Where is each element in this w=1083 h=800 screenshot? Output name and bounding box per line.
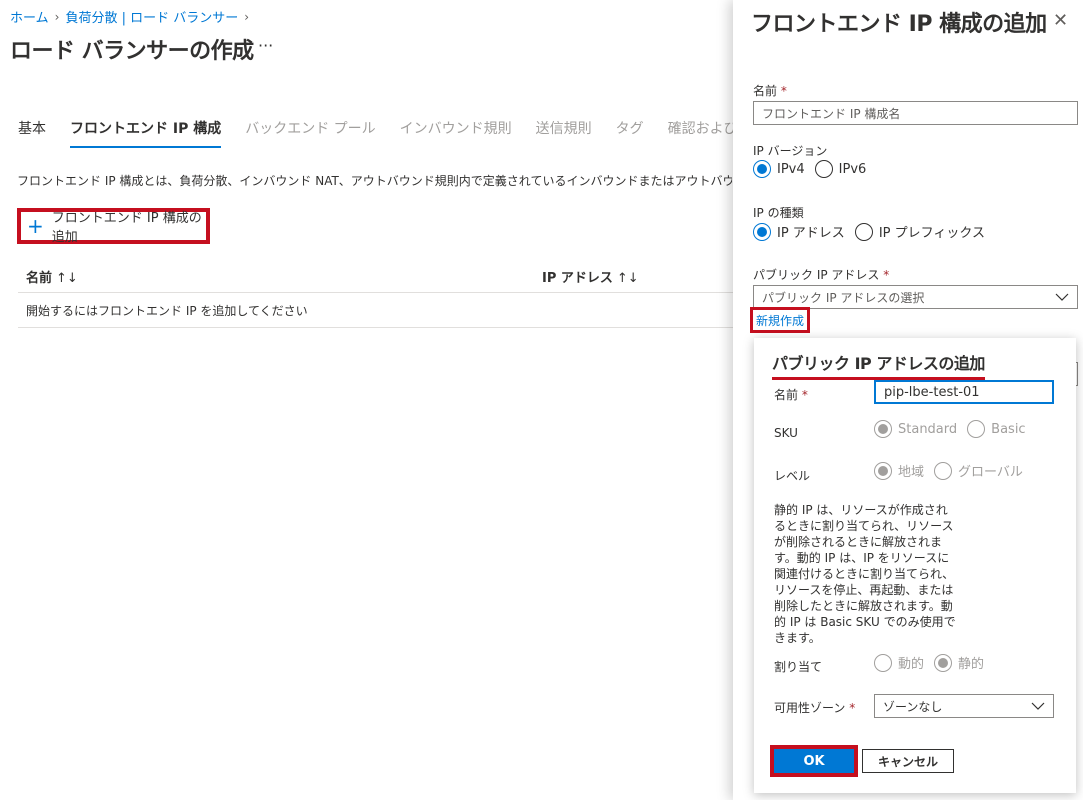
- radio-ipv4-label: IPv4: [777, 161, 805, 177]
- breadcrumb-load-balancing[interactable]: 負荷分散 | ロード バランサー: [65, 7, 238, 26]
- column-name[interactable]: 名前 ↑↓: [18, 267, 533, 286]
- radio-tier-global-label: グローバル: [958, 465, 1023, 480]
- availability-zone-text: 可用性ゾーン: [774, 701, 846, 715]
- ok-button[interactable]: OK: [770, 745, 858, 777]
- add-frontend-ip-label: フロントエンド IP 構成の追加: [51, 211, 202, 245]
- chevron-down-icon: [1031, 702, 1045, 710]
- tab-backend-pools[interactable]: バックエンド プール: [245, 118, 375, 148]
- panel-title: フロントエンド IP 構成の追加: [751, 12, 1047, 37]
- callout-name-text: 名前: [774, 388, 799, 402]
- tab-frontend-ip[interactable]: フロントエンド IP 構成: [70, 118, 222, 148]
- assignment-info-text: 静的 IP は、リソースが作成されるときに割り当てられ、リソースが削除されるとき…: [774, 503, 956, 645]
- ip-version-label: IP バージョン: [753, 144, 828, 158]
- radio-selected-icon: [934, 653, 953, 672]
- radio-static-label: 静的: [958, 657, 985, 672]
- public-ip-select-placeholder: パブリック IP アドレスの選択: [762, 290, 925, 305]
- radio-static[interactable]: 静的: [934, 653, 984, 672]
- assignment-label: 割り当て: [774, 660, 823, 674]
- wizard-tabs: 基本 フロントエンド IP 構成 バックエンド プール インバウンド規則 送信規…: [18, 118, 766, 148]
- create-new-link[interactable]: 新規作成: [750, 307, 811, 333]
- radio-ip-prefix[interactable]: IP プレフィックス: [854, 222, 985, 241]
- sort-icon: ↑↓: [616, 270, 639, 286]
- sku-group: Standard Basic: [874, 420, 1026, 438]
- required-marker: *: [780, 84, 787, 98]
- plus-icon: +: [27, 214, 44, 238]
- add-frontend-ip-button[interactable]: + フロントエンド IP 構成の追加: [17, 208, 210, 245]
- name-label: 名前 *: [753, 82, 787, 99]
- column-name-label: 名前: [26, 270, 53, 286]
- radio-tier-global[interactable]: グローバル: [934, 461, 1023, 480]
- more-options-icon[interactable]: ···: [258, 36, 273, 55]
- ip-type-label: IP の種類: [753, 206, 804, 220]
- ip-version-group: IPv4 IPv6: [753, 160, 866, 178]
- radio-ip-prefix-label: IP プレフィックス: [878, 226, 985, 241]
- close-icon[interactable]: ✕: [1053, 10, 1068, 31]
- chevron-right-icon: ›: [54, 9, 60, 24]
- empty-message: 開始するにはフロントエンド IP を追加してください: [26, 303, 308, 318]
- radio-sku-basic[interactable]: Basic: [967, 420, 1026, 438]
- breadcrumb: ホーム › 負荷分散 | ロード バランサー ›: [10, 7, 250, 27]
- radio-tier-regional[interactable]: 地域: [874, 461, 924, 480]
- public-ip-label-text: パブリック IP アドレス: [753, 268, 880, 282]
- radio-tier-regional-label: 地域: [898, 465, 925, 480]
- radio-dynamic[interactable]: 動的: [874, 653, 924, 672]
- frontend-ip-table: 名前 ↑↓ IP アドレス ↑↓ 開始するにはフロントエンド IP を追加してくださ…: [18, 260, 733, 328]
- radio-sku-basic-label: Basic: [991, 421, 1026, 437]
- radio-ipv4[interactable]: IPv4: [753, 160, 805, 178]
- availability-zone-select[interactable]: ゾーンなし: [874, 694, 1054, 718]
- radio-selected-icon: [874, 461, 892, 480]
- tab-inbound-rules[interactable]: インバウンド規則: [400, 118, 512, 148]
- public-ip-name-input[interactable]: pip-lbe-test-01: [874, 380, 1054, 404]
- column-ip-label: IP アドレス: [542, 270, 613, 286]
- breadcrumb-home[interactable]: ホーム: [10, 7, 49, 26]
- ip-type-group: IP アドレス IP プレフィックス: [753, 222, 985, 241]
- assignment-group: 動的 静的: [874, 653, 984, 672]
- radio-empty-icon: [814, 160, 833, 178]
- radio-dynamic-label: 動的: [898, 657, 925, 672]
- callout-title: パブリック IP アドレスの追加: [772, 350, 985, 380]
- radio-sku-standard[interactable]: Standard: [874, 420, 957, 438]
- required-marker: *: [849, 701, 856, 715]
- callout-name-label: 名前 *: [774, 386, 808, 403]
- required-marker: *: [801, 388, 808, 402]
- radio-selected-icon: [874, 420, 892, 438]
- table-header: 名前 ↑↓ IP アドレス ↑↓: [18, 260, 733, 293]
- tab-outbound-rules[interactable]: 送信規則: [536, 118, 592, 148]
- name-label-text: 名前: [753, 84, 778, 98]
- tier-label: レベル: [774, 469, 811, 483]
- cancel-button[interactable]: キャンセル: [862, 749, 954, 773]
- public-ip-label: パブリック IP アドレス *: [753, 266, 889, 283]
- chevron-down-icon: [1055, 293, 1069, 301]
- radio-empty-icon: [874, 653, 892, 672]
- radio-sku-standard-label: Standard: [898, 421, 958, 437]
- availability-zone-value: ゾーンなし: [883, 699, 943, 714]
- sku-label: SKU: [774, 426, 798, 440]
- column-ip-address[interactable]: IP アドレス ↑↓: [533, 267, 639, 286]
- radio-ipv6-label: IPv6: [838, 161, 867, 177]
- section-description: フロントエンド IP 構成とは、負荷分散、インバウンド NAT、アウトバウンド規…: [17, 174, 732, 188]
- radio-selected-icon: [753, 222, 771, 241]
- radio-ipv6[interactable]: IPv6: [814, 160, 867, 178]
- chevron-right-icon: ›: [244, 9, 250, 24]
- radio-empty-icon: [854, 222, 873, 241]
- tier-group: 地域 グローバル: [874, 461, 1023, 480]
- required-marker: *: [883, 268, 890, 282]
- radio-ip-address-label: IP アドレス: [777, 226, 845, 241]
- sort-icon: ↑↓: [56, 270, 78, 286]
- radio-empty-icon: [967, 420, 986, 438]
- page-title: ロード バランサーの作成: [10, 39, 254, 64]
- radio-selected-icon: [753, 160, 771, 178]
- add-public-ip-callout: パブリック IP アドレスの追加 名前 * pip-lbe-test-01 SK…: [754, 338, 1076, 793]
- public-ip-select[interactable]: パブリック IP アドレスの選択: [753, 285, 1078, 309]
- availability-zone-label: 可用性ゾーン *: [774, 699, 855, 716]
- frontend-name-input[interactable]: フロントエンド IP 構成名: [753, 101, 1078, 125]
- tab-tags[interactable]: タグ: [616, 118, 644, 148]
- table-row-empty: 開始するにはフロントエンド IP を追加してください: [18, 293, 733, 328]
- radio-ip-address[interactable]: IP アドレス: [753, 222, 845, 241]
- radio-empty-icon: [934, 461, 953, 480]
- tab-basics[interactable]: 基本: [18, 118, 46, 148]
